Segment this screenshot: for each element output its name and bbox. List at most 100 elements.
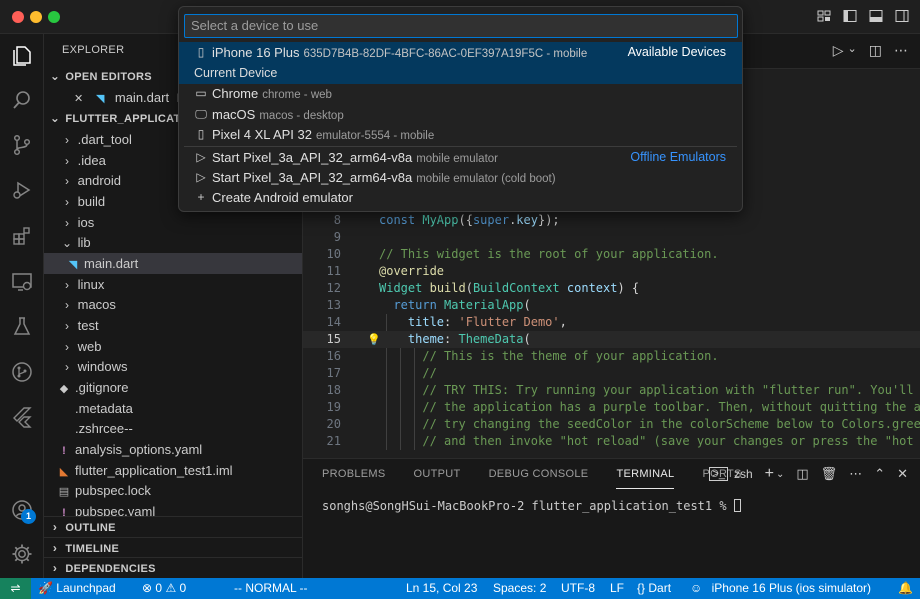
play-icon: ▷ bbox=[196, 150, 206, 164]
dart-file-icon: ◥ bbox=[68, 259, 78, 271]
search-icon[interactable] bbox=[8, 86, 36, 114]
tree-item-test[interactable]: › test bbox=[44, 315, 302, 336]
toggle-panel-icon[interactable] bbox=[868, 8, 884, 24]
close-window-button[interactable] bbox=[12, 11, 24, 23]
toggle-primary-sidebar-icon[interactable] bbox=[842, 8, 858, 24]
play-icon: ▷ bbox=[196, 170, 206, 184]
trash-icon[interactable]: 🗑 bbox=[821, 466, 838, 482]
tree-item-windows[interactable]: › windows bbox=[44, 356, 302, 377]
tree-item-linux[interactable]: › linux bbox=[44, 274, 302, 295]
device-option-chrome[interactable]: ▭ Chrome chrome - web bbox=[179, 83, 742, 104]
code-line: 11 @override bbox=[326, 264, 445, 278]
terminal-output[interactable]: songhs@SongHSui-MacBookPro-2 flutter_app… bbox=[322, 499, 741, 513]
tab-debug-console[interactable]: DEBUG CONSOLE bbox=[489, 467, 589, 489]
tree-item-iml[interactable]: ◣ flutter_application_test1.iml bbox=[44, 460, 302, 481]
tree-item-gitignore[interactable]: ◆ .gitignore bbox=[44, 377, 302, 398]
create-emulator-option[interactable]: + Create Android emulator bbox=[179, 187, 742, 208]
tree-item-zshrcee[interactable]: .zshrcee-- bbox=[44, 418, 302, 439]
chevron-down-icon[interactable]: ⌄ bbox=[776, 469, 784, 480]
lock-file-icon: ▤ bbox=[58, 486, 70, 498]
extensions-icon[interactable] bbox=[8, 222, 36, 250]
split-terminal-icon[interactable]: ◫ bbox=[796, 466, 808, 482]
new-terminal-icon[interactable]: + bbox=[765, 465, 774, 483]
code-line: 12 Widget build(BuildContext context) { bbox=[326, 281, 640, 295]
chevron-right-icon: › bbox=[65, 133, 69, 147]
split-editor-icon[interactable]: ◫ bbox=[869, 42, 882, 59]
launchpad-item[interactable]: 🚀 Launchpad bbox=[38, 578, 116, 599]
tab-terminal[interactable]: TERMINAL bbox=[616, 467, 675, 489]
zoom-window-button[interactable] bbox=[48, 11, 60, 23]
tree-item-lib[interactable]: ⌄ lib bbox=[44, 232, 302, 253]
terminal-icon: >_ bbox=[709, 467, 728, 481]
outline-section-header[interactable]: › OUTLINE bbox=[44, 516, 302, 537]
explorer-icon[interactable] bbox=[8, 42, 36, 70]
minimize-window-button[interactable] bbox=[30, 11, 42, 23]
chevron-down-icon[interactable]: ⌄ bbox=[848, 42, 857, 59]
tree-item-analysis-options[interactable]: ! analysis_options.yaml bbox=[44, 439, 302, 460]
more-actions-icon[interactable]: ⋯ bbox=[894, 42, 908, 59]
run-icon[interactable]: ▷ bbox=[833, 42, 844, 59]
dependencies-section-header[interactable]: › DEPENDENCIES bbox=[44, 557, 302, 578]
terminal-shell-label[interactable]: zsh bbox=[734, 467, 753, 481]
chevron-right-icon: › bbox=[65, 154, 69, 168]
device-search-input[interactable]: Select a device to use bbox=[184, 14, 738, 38]
device-quick-pick: Select a device to use ▯ iPhone 16 Plus 6… bbox=[178, 6, 743, 212]
terminal-cursor bbox=[733, 499, 741, 512]
tree-item-metadata[interactable]: .metadata bbox=[44, 398, 302, 419]
device-selector[interactable]: ☺ iPhone 16 Plus (ios simulator) bbox=[690, 578, 871, 599]
tree-item-ios[interactable]: › ios bbox=[44, 212, 302, 233]
close-icon[interactable]: ✕ bbox=[72, 89, 86, 110]
chevron-right-icon: › bbox=[65, 298, 69, 312]
git-graph-icon[interactable] bbox=[8, 358, 36, 386]
code-line: 21 // and then invoke "hot reload" (save… bbox=[326, 434, 914, 448]
tree-item-macos[interactable]: › macos bbox=[44, 294, 302, 315]
more-actions-icon[interactable]: ⋯ bbox=[849, 466, 862, 482]
toggle-secondary-sidebar-icon[interactable] bbox=[894, 8, 910, 24]
timeline-section-header[interactable]: › TIMELINE bbox=[44, 537, 302, 558]
run-debug-icon[interactable] bbox=[8, 176, 36, 204]
remote-explorer-icon[interactable] bbox=[8, 268, 36, 296]
code-line: 8 const MyApp({super.key}); bbox=[333, 213, 560, 227]
encoding[interactable]: UTF-8 bbox=[561, 578, 595, 599]
notifications-bell-icon[interactable]: 🔔 bbox=[898, 578, 913, 599]
device-option-pixel4[interactable]: ▯ Pixel 4 XL API 32 emulator-5554 - mobil… bbox=[179, 124, 742, 145]
flutter-icon[interactable] bbox=[8, 403, 36, 431]
device-mobile-icon: ▯ bbox=[197, 45, 205, 59]
maximize-panel-icon[interactable]: ⌃ bbox=[874, 466, 885, 482]
cursor-position[interactable]: Ln 15, Col 23 bbox=[406, 578, 477, 599]
language-mode[interactable]: {} Dart bbox=[637, 578, 671, 599]
activity-bar: 1 bbox=[0, 34, 44, 578]
emulator-option-cold-boot[interactable]: ▷ Start Pixel_3a_API_32_arm64-v8a mobile … bbox=[179, 167, 742, 188]
close-panel-icon[interactable]: ✕ bbox=[897, 466, 908, 482]
device-option-iphone[interactable]: ▯ iPhone 16 Plus 635D7B4B-82DF-4BFC-86AC-… bbox=[179, 42, 742, 84]
yaml-file-icon: ! bbox=[62, 445, 66, 457]
tab-output[interactable]: OUTPUT bbox=[414, 467, 461, 489]
terminal-prompt: songhs@SongHSui-MacBookPro-2 flutter_app… bbox=[322, 499, 734, 513]
code-line: 16 // This is the theme of your applicat… bbox=[326, 349, 719, 363]
indentation[interactable]: Spaces: 2 bbox=[493, 578, 546, 599]
end-of-line[interactable]: LF bbox=[610, 578, 624, 599]
code-line: 13 return MaterialApp( bbox=[326, 298, 531, 312]
source-control-icon[interactable] bbox=[8, 131, 36, 159]
device-icon: ☺ bbox=[690, 581, 703, 595]
tree-item-web[interactable]: › web bbox=[44, 336, 302, 357]
code-line: 19 // the application has a purple toolb… bbox=[326, 400, 920, 414]
git-file-icon: ◆ bbox=[59, 383, 69, 395]
code-line: 14 title: 'Flutter Demo', bbox=[326, 315, 567, 329]
tree-item-pubspec-lock[interactable]: ▤ pubspec.lock bbox=[44, 480, 302, 501]
chevron-right-icon: › bbox=[65, 340, 69, 354]
device-option-macos[interactable]: 🖵 macOS macos - desktop bbox=[179, 104, 742, 125]
tree-item-main-dart[interactable]: ◥ main.dart bbox=[44, 253, 302, 274]
testing-icon[interactable] bbox=[8, 313, 36, 341]
tab-problems[interactable]: PROBLEMS bbox=[322, 467, 386, 489]
chevron-down-icon: ⌄ bbox=[61, 236, 73, 250]
remote-indicator-icon[interactable]: ⇌ bbox=[0, 578, 31, 599]
status-bar: ⇌ 🚀 Launchpad ⊗ 0 ⚠ 0 -- NORMAL -- Ln 15… bbox=[0, 578, 920, 599]
settings-gear-icon[interactable] bbox=[8, 540, 36, 568]
emulator-option-start[interactable]: ▷ Start Pixel_3a_API_32_arm64-v8a mobile … bbox=[179, 147, 742, 168]
code-line-current: 15 💡 theme: ThemeData( bbox=[303, 331, 920, 348]
customize-layout-icon[interactable] bbox=[816, 8, 832, 24]
problems-indicator[interactable]: ⊗ 0 ⚠ 0 bbox=[142, 578, 186, 599]
dart-file-icon: ◥ bbox=[96, 93, 105, 105]
code-line: 18 // TRY THIS: Try running your applica… bbox=[326, 383, 920, 397]
